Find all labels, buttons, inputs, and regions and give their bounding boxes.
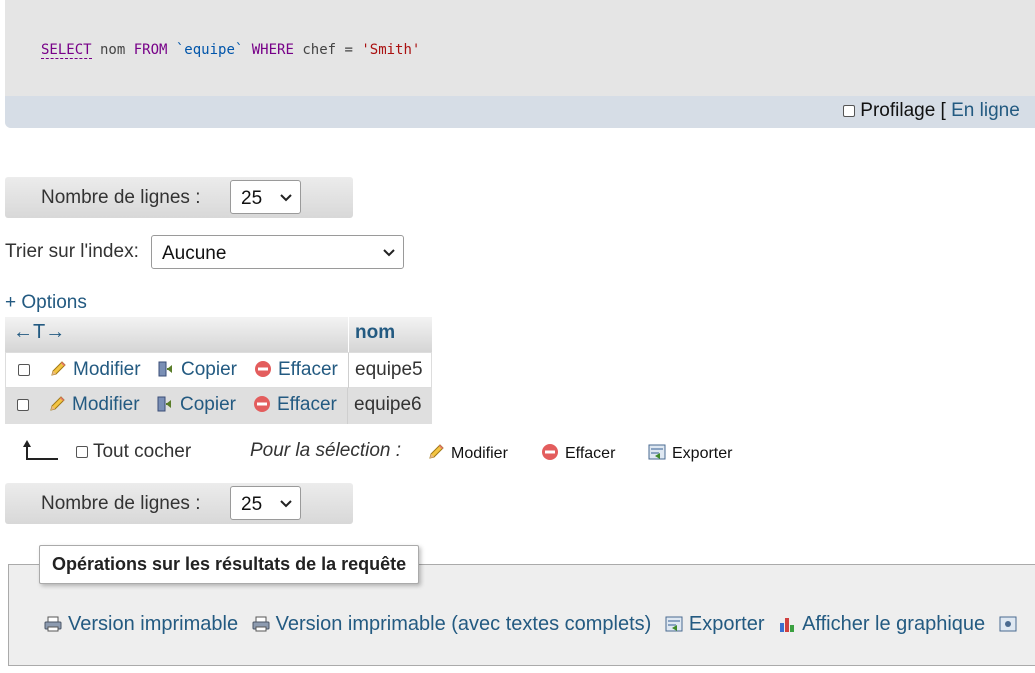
check-all-checkbox[interactable] bbox=[76, 445, 88, 458]
options-link[interactable]: + Options bbox=[5, 292, 87, 314]
print-icon bbox=[44, 616, 62, 632]
print-view-label: Version imprimable bbox=[68, 613, 239, 635]
bulk-edit-button[interactable]: Modifier bbox=[427, 443, 508, 463]
delete-icon bbox=[255, 361, 271, 377]
print-view-link[interactable]: Version imprimable bbox=[44, 613, 244, 635]
bulk-export-button[interactable]: Exporter bbox=[648, 443, 732, 463]
export-icon bbox=[648, 444, 666, 460]
copy-row-button[interactable]: Copier bbox=[156, 394, 236, 416]
results-table-header: ←T→ nom bbox=[5, 317, 432, 352]
delete-row-button[interactable]: Effacer bbox=[254, 359, 338, 381]
check-all-label[interactable]: Tout cocher bbox=[93, 441, 191, 462]
profiling-label: Profilage [ bbox=[860, 100, 946, 121]
row-checkbox[interactable] bbox=[18, 364, 30, 376]
display-chart-link[interactable]: Afficher le graphique bbox=[778, 613, 991, 635]
sql-query: SELECT nom FROM `equipe` WHERE chef = 'S… bbox=[41, 42, 421, 59]
bulk-actions-bar: Tout cocher Pour la sélection : Modifier… bbox=[0, 440, 800, 466]
chevron-down-icon bbox=[383, 249, 395, 257]
inline-edit-link[interactable]: En ligne bbox=[951, 100, 1020, 121]
chevron-down-icon bbox=[280, 194, 292, 202]
table-row: Modifier Copier Effacer equipe6 bbox=[5, 388, 432, 424]
bulk-edit-label: Modifier bbox=[451, 445, 508, 462]
sql-column: nom bbox=[91, 42, 134, 58]
pencil-icon bbox=[51, 361, 66, 376]
column-divider bbox=[348, 353, 349, 389]
copy-row-button[interactable]: Copier bbox=[157, 359, 237, 381]
delete-icon bbox=[254, 396, 270, 412]
delete-row-button[interactable]: Effacer bbox=[253, 394, 337, 416]
copy-icon bbox=[157, 396, 171, 412]
print-view-full-label: Version imprimable (avec textes complets… bbox=[275, 613, 652, 635]
rows-per-page-bar-bottom: Nombre de lignes : 25 bbox=[5, 483, 353, 524]
edit-row-button[interactable]: Modifier bbox=[49, 359, 141, 381]
sql-condition: chef = bbox=[293, 42, 362, 58]
column-header-label[interactable]: nom bbox=[355, 322, 395, 344]
print-icon bbox=[252, 616, 270, 632]
check-all-control[interactable]: Tout cocher bbox=[76, 441, 191, 463]
rows-per-page-select[interactable]: 25 bbox=[230, 486, 301, 520]
for-selection-label: Pour la sélection : bbox=[250, 440, 402, 461]
copy-row-label: Copier bbox=[181, 359, 237, 380]
rows-per-page-value: 25 bbox=[241, 188, 263, 209]
delete-icon bbox=[542, 444, 558, 460]
profiling-checkbox[interactable] bbox=[843, 104, 855, 117]
delete-row-label: Effacer bbox=[278, 359, 338, 380]
chevron-down-icon bbox=[280, 500, 292, 508]
sql-keyword-from: FROM bbox=[133, 42, 168, 58]
sql-footer: Profilage [ En ligne bbox=[5, 96, 1035, 128]
cell-nom: equipe6 bbox=[354, 394, 422, 415]
pencil-icon bbox=[429, 444, 444, 459]
export-icon bbox=[665, 616, 683, 632]
sql-value: 'Smith' bbox=[361, 42, 421, 58]
query-operations-title: Opérations sur les résultats de la requê… bbox=[39, 545, 420, 584]
export-label: Exporter bbox=[688, 613, 765, 635]
rows-per-page-label: Nombre de lignes : bbox=[41, 493, 201, 514]
column-header-nom[interactable]: nom bbox=[348, 317, 433, 352]
sort-index-value: Aucune bbox=[162, 243, 227, 264]
sql-query-box: SELECT nom FROM `equipe` WHERE chef = 'S… bbox=[5, 0, 1035, 128]
row-checkbox[interactable] bbox=[17, 399, 29, 411]
copy-icon bbox=[158, 361, 172, 377]
sql-keyword-where: WHERE bbox=[251, 42, 294, 58]
sql-table: `equipe` bbox=[167, 42, 252, 58]
arrow-up-left-icon bbox=[23, 440, 58, 460]
create-view-icon[interactable] bbox=[999, 615, 1017, 633]
edit-row-label: Modifier bbox=[73, 359, 141, 380]
rows-per-page-select[interactable]: 25 bbox=[230, 180, 301, 214]
rows-per-page-label: Nombre de lignes : bbox=[41, 187, 201, 208]
edit-row-label: Modifier bbox=[72, 394, 140, 415]
print-view-full-link[interactable]: Version imprimable (avec textes complets… bbox=[252, 613, 657, 635]
sort-index-select[interactable]: Aucune bbox=[151, 235, 404, 269]
delete-row-label: Effacer bbox=[277, 394, 337, 415]
rows-per-page-bar-top: Nombre de lignes : 25 bbox=[5, 177, 353, 218]
export-link[interactable]: Exporter bbox=[665, 613, 770, 635]
bulk-delete-button[interactable]: Effacer bbox=[541, 443, 615, 463]
sort-index-label: Trier sur l'index: bbox=[5, 241, 139, 262]
column-divider bbox=[347, 388, 348, 424]
profiling-control: Profilage [ En ligne bbox=[843, 100, 1020, 122]
copy-row-label: Copier bbox=[180, 394, 236, 415]
cell-nom: equipe5 bbox=[355, 359, 423, 380]
pencil-icon bbox=[50, 396, 65, 411]
column-resize-arrows[interactable]: ←T→ bbox=[13, 321, 65, 344]
chart-icon bbox=[780, 618, 795, 632]
sql-keyword-select[interactable]: SELECT bbox=[41, 42, 92, 59]
table-row: Modifier Copier Effacer equipe5 bbox=[5, 352, 432, 389]
query-operations-links: Version imprimable Version imprimable (a… bbox=[44, 613, 1023, 636]
bulk-delete-label: Effacer bbox=[565, 445, 616, 462]
edit-row-button[interactable]: Modifier bbox=[48, 394, 140, 416]
bulk-export-label: Exporter bbox=[672, 445, 733, 462]
rows-per-page-value: 25 bbox=[241, 494, 263, 515]
display-chart-label: Afficher le graphique bbox=[802, 613, 986, 635]
